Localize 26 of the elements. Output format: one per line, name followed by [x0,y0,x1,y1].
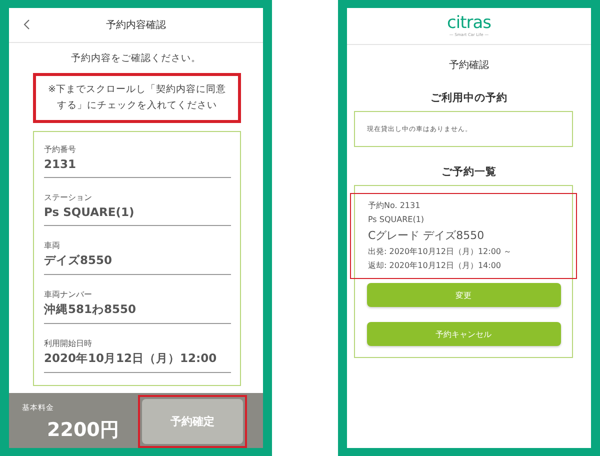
field-value: デイズ8550 [44,253,114,268]
screen-title: 予約確認 [448,58,490,72]
field-label: 利用開始日時 [44,338,93,349]
return-time: 返却: 2020年10月12日（月）14:00 [368,260,502,272]
field-value: Ps SQUARE(1) [44,205,136,219]
field-value: 2020年10月12日（月）12:00 [44,351,218,366]
price-amount: 2200円 [47,418,119,443]
field-label: 車両ナンバー [44,289,93,300]
logo-text: citras [447,15,491,32]
section-heading: ご利用中の予約 [430,91,508,105]
notice-text: ※下までスクロールし「契約内容に同意する」にチェックを入れてください [33,73,241,123]
field-label: ステーション [44,192,93,203]
instruction-text: 予約内容をご確認ください。 [70,52,202,65]
reservation-number: 予約No. 2131 [368,200,422,212]
field-value: 2131 [44,157,78,171]
screen-title: 予約内容確認 [106,18,166,32]
station-name: Ps SQUARE(1) [368,214,426,226]
field-label: 予約番号 [44,144,77,155]
field-value: 沖縄581わ8550 [44,302,138,317]
departure-time: 出発: 2020年10月12日（月）12:00 ～ [368,246,513,258]
section-heading: ご予約一覧 [440,165,498,179]
action-button[interactable]: 予約キャンセル [366,322,560,346]
back-icon[interactable] [23,19,30,30]
field-label: 車両 [44,240,61,251]
action-button[interactable]: 変更 [366,283,560,307]
vehicle-name: Cグレード デイズ8550 [368,228,486,244]
